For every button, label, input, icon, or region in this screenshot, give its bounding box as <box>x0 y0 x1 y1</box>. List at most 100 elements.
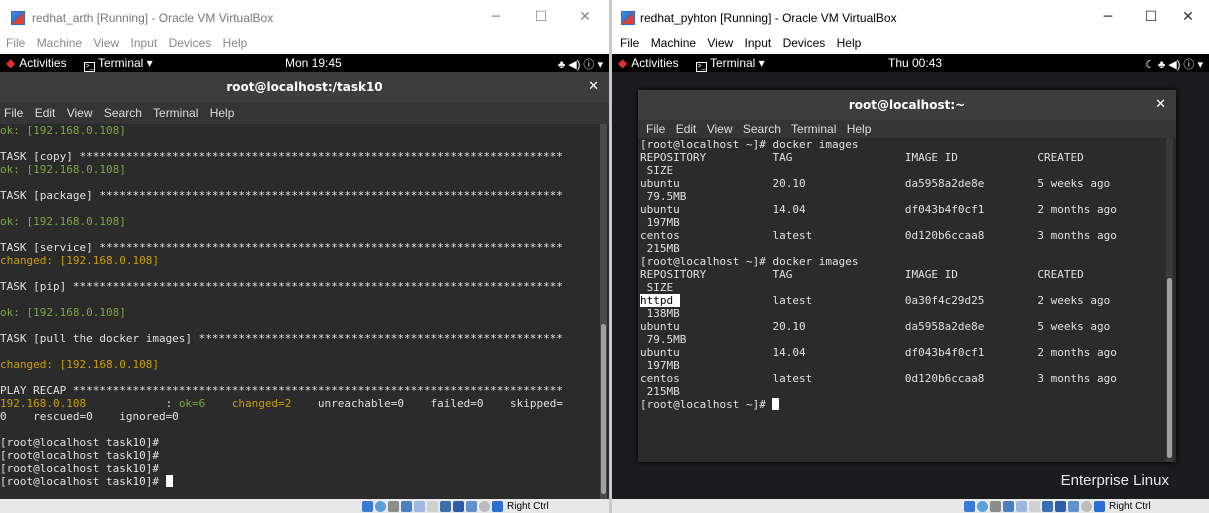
terminal-line: [root@localhost ~]# docker images <box>640 255 1164 268</box>
cpu-icon[interactable] <box>466 500 477 512</box>
menu-help[interactable]: Help <box>837 36 862 50</box>
usb-icon[interactable] <box>1016 500 1027 512</box>
terminal-menu-file[interactable]: File <box>646 122 665 136</box>
terminal-line: REPOSITORY TAG IMAGE ID CREATED <box>640 151 1164 164</box>
menu-help[interactable]: Help <box>223 36 248 50</box>
keyboard-icon[interactable] <box>492 500 503 512</box>
menu-view[interactable]: View <box>707 36 733 50</box>
terminal-output[interactable]: [root@localhost ~]# docker images REPOSIT… <box>640 138 1164 411</box>
terminal-text: ubuntu 20.10 da5958a2de8e 5 weeks ago <box>640 320 1111 333</box>
recording-icon[interactable] <box>453 500 464 512</box>
maximize-icon[interactable]: ☐ <box>1141 6 1161 28</box>
cd-icon[interactable] <box>977 500 988 512</box>
terminal-menu-view[interactable]: View <box>67 106 93 120</box>
right-title-bar[interactable]: redhat_pyhton [Running] - Oracle VM Virt… <box>612 0 1209 36</box>
system-tray[interactable]: ☾ ♣ ◀) ⓘ ▾ <box>1145 56 1203 72</box>
terminal-text: [root@localhost ~]# docker images <box>640 138 859 151</box>
scrollbar-thumb[interactable] <box>1167 278 1172 458</box>
audio-icon[interactable] <box>990 500 1001 512</box>
terminal-text: changed: [192.168.0.108] <box>0 358 159 371</box>
terminal-text: SIZE <box>640 281 674 294</box>
menu-machine[interactable]: Machine <box>651 36 696 50</box>
terminal-menu-help[interactable]: Help <box>847 122 872 136</box>
terminal-menu-view[interactable]: View <box>707 122 733 136</box>
close-icon[interactable]: ✕ <box>575 6 595 28</box>
scrollbar-thumb[interactable] <box>601 324 606 494</box>
activities-button[interactable]: ◆ Activities <box>618 56 679 70</box>
audio-icon[interactable] <box>388 500 399 512</box>
terminal-text: TASK [pip] *****************************… <box>0 280 563 293</box>
system-tray[interactable]: ♣ ◀) ⓘ ▾ <box>558 56 603 72</box>
terminal-menu-file[interactable]: File <box>4 106 23 120</box>
terminal-menu-edit[interactable]: Edit <box>35 106 56 120</box>
cpu-icon[interactable] <box>1068 500 1079 512</box>
terminal-line: 197MB <box>640 216 1164 229</box>
terminal-menu-terminal[interactable]: Terminal <box>791 122 836 136</box>
terminal-menu-bar: File Edit View Search Terminal Help <box>638 120 1176 138</box>
recording-icon[interactable] <box>1055 500 1066 512</box>
display-icon[interactable] <box>1042 500 1053 512</box>
terminal-app-menu[interactable]: >_ Terminal ▾ <box>696 56 765 72</box>
cd-icon[interactable] <box>375 500 386 512</box>
terminal-text: changed: [192.168.0.108] <box>0 254 159 267</box>
terminal-text: 197MB <box>640 216 680 229</box>
minimize-icon[interactable]: ─ <box>1098 6 1118 28</box>
host-key: Right Ctrl <box>1109 500 1151 512</box>
terminal-menu-search[interactable]: Search <box>104 106 142 120</box>
display-icon[interactable] <box>440 500 451 512</box>
terminal-text: httpd <box>640 294 680 307</box>
hdd-icon[interactable] <box>964 500 975 512</box>
terminal-line: 215MB <box>640 242 1164 255</box>
terminal-menu-help[interactable]: Help <box>210 106 235 120</box>
terminal-scrollbar[interactable] <box>600 124 607 499</box>
clock[interactable]: Mon 19:45 <box>285 56 342 70</box>
close-icon[interactable]: ✕ <box>1178 6 1198 28</box>
keyboard-icon[interactable] <box>1094 500 1105 512</box>
terminal-text: unreachable=0 failed=0 skipped= <box>291 397 563 410</box>
terminal-menu-search[interactable]: Search <box>743 122 781 136</box>
menu-machine[interactable]: Machine <box>37 36 82 50</box>
menu-input[interactable]: Input <box>131 36 158 50</box>
host-key: Right Ctrl <box>507 500 549 512</box>
terminal-line: SIZE <box>640 281 1164 294</box>
usb-icon[interactable] <box>414 500 425 512</box>
shared-folder-icon[interactable] <box>427 500 438 512</box>
menu-input[interactable]: Input <box>745 36 772 50</box>
network-icon[interactable] <box>1003 500 1014 512</box>
menu-devices[interactable]: Devices <box>783 36 826 50</box>
left-window-title: redhat_arth [Running] - Oracle VM Virtua… <box>32 11 274 25</box>
terminal-text: 197MB <box>640 359 680 372</box>
terminal-menu-terminal[interactable]: Terminal <box>153 106 198 120</box>
terminal-header[interactable]: root@localhost:~ ✕ <box>638 90 1176 120</box>
terminal-text: [root@localhost task10]# <box>0 462 159 475</box>
terminal-text: 79.5MB <box>640 190 687 203</box>
hdd-icon[interactable] <box>362 500 373 512</box>
terminal-line: changed: [192.168.0.108] <box>0 254 598 267</box>
terminal-text: PLAY RECAP *****************************… <box>0 384 563 397</box>
terminal-body[interactable]: ok: [192.168.0.108] TASK [copy] *********… <box>0 124 609 499</box>
menu-devices[interactable]: Devices <box>169 36 212 50</box>
terminal-menu-edit[interactable]: Edit <box>676 122 697 136</box>
menu-file[interactable]: File <box>620 36 639 50</box>
mouse-integration-icon[interactable] <box>1081 500 1092 512</box>
terminal-app-menu[interactable]: >_ Terminal ▾ <box>84 56 153 72</box>
clock[interactable]: Thu 00:43 <box>888 56 942 70</box>
maximize-icon[interactable]: ☐ <box>531 6 551 28</box>
left-title-bar[interactable]: redhat_arth [Running] - Oracle VM Virtua… <box>0 0 609 36</box>
terminal-line: TASK [pip] *****************************… <box>0 280 598 293</box>
mouse-integration-icon[interactable] <box>479 500 490 512</box>
menu-file[interactable]: File <box>6 36 25 50</box>
terminal-line: ubuntu 14.04 df043b4f0cf1 2 months ago <box>640 203 1164 216</box>
terminal-close-icon[interactable]: ✕ <box>588 72 599 102</box>
minimize-icon[interactable]: ─ <box>486 6 506 28</box>
network-icon[interactable] <box>401 500 412 512</box>
shared-folder-icon[interactable] <box>1029 500 1040 512</box>
terminal-close-icon[interactable]: ✕ <box>1155 90 1166 120</box>
menu-view[interactable]: View <box>93 36 119 50</box>
terminal-menu-bar: File Edit View Search Terminal Help <box>0 102 609 124</box>
activities-button[interactable]: ◆ Activities <box>6 56 67 70</box>
terminal-scrollbar[interactable] <box>1166 138 1173 462</box>
